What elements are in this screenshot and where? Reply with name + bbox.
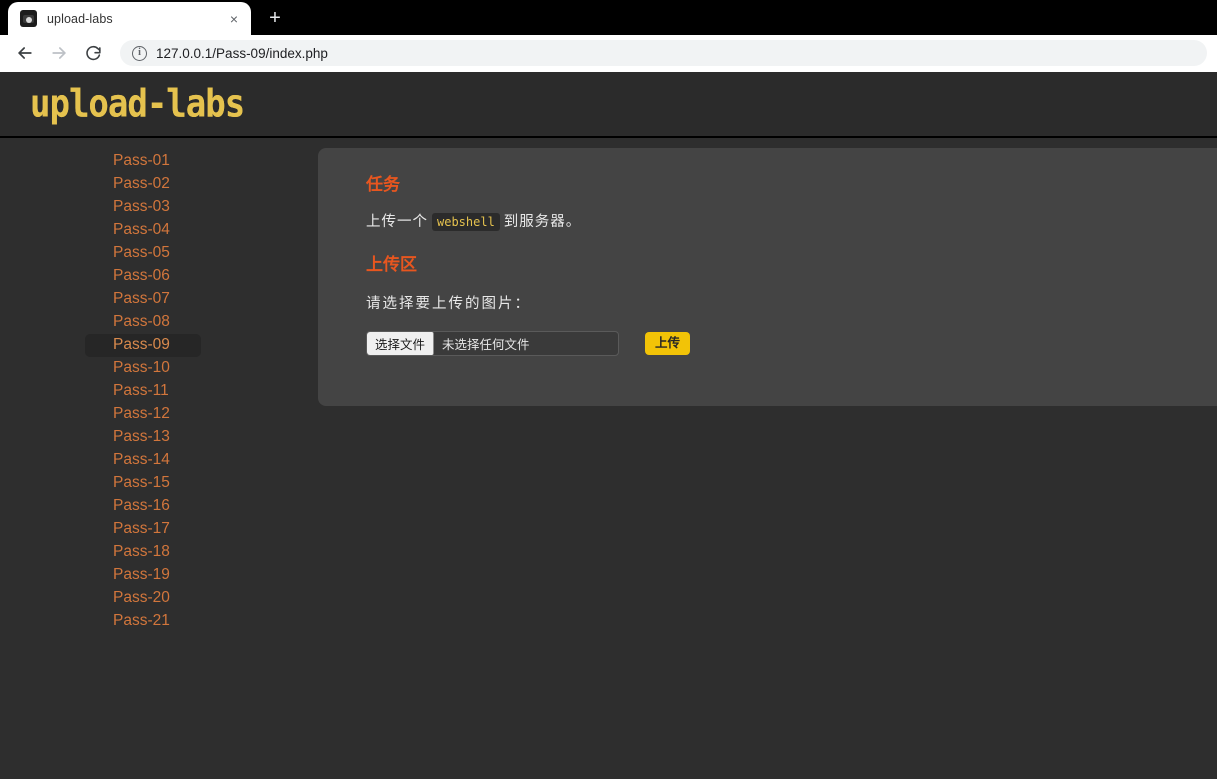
camera-favicon-icon [20, 10, 37, 27]
pass-nav-list: Pass-01 Pass-02 Pass-03 Pass-04 Pass-05 Pass-… [0, 150, 318, 633]
task-text-after: 到服务器。 [503, 214, 582, 230]
sidebar: Pass-01 Pass-02 Pass-03 Pass-04 Pass-05 Pass-… [0, 138, 318, 779]
upload-heading: 上传区 [366, 254, 417, 274]
web-page: upload-labs Pass-01 Pass-02 Pass-03 Pass-04… [0, 72, 1217, 779]
list-item: Pass-19 [0, 564, 318, 587]
site-logo[interactable]: upload-labs [30, 85, 245, 123]
sidebar-item-pass-02[interactable]: Pass-02 [85, 173, 201, 196]
sidebar-item-pass-10[interactable]: Pass-10 [85, 357, 201, 380]
url-text: 127.0.0.1/Pass-09/index.php [156, 45, 328, 61]
list-item: Pass-06 [0, 265, 318, 288]
list-item: Pass-14 [0, 449, 318, 472]
task-description: 上传一个 webshell 到服务器。 [366, 213, 1217, 231]
list-item: Pass-20 [0, 587, 318, 610]
sidebar-item-pass-11[interactable]: Pass-11 [85, 380, 201, 403]
upload-instruction-label: 请选择要上传的图片： [366, 295, 531, 312]
list-item: Pass-07 [0, 288, 318, 311]
sidebar-item-pass-06[interactable]: Pass-06 [85, 265, 201, 288]
list-item: Pass-01 [0, 150, 318, 173]
list-item: Pass-03 [0, 196, 318, 219]
file-name-text: 未选择任何文件 [442, 338, 530, 352]
webshell-code-badge: webshell [432, 213, 500, 231]
file-input[interactable]: 选择文件 未选择任何文件 [366, 331, 619, 356]
reload-button[interactable] [78, 38, 108, 68]
forward-button[interactable] [44, 38, 74, 68]
site-header: upload-labs [0, 72, 1217, 138]
sidebar-item-pass-01[interactable]: Pass-01 [85, 150, 201, 173]
sidebar-item-pass-15[interactable]: Pass-15 [85, 472, 201, 495]
sidebar-item-pass-09[interactable]: Pass-09 [85, 334, 201, 357]
sidebar-item-pass-19[interactable]: Pass-19 [85, 564, 201, 587]
tab-upload-labs[interactable]: upload-labs × [8, 2, 251, 35]
list-item: Pass-02 [0, 173, 318, 196]
address-bar[interactable]: i 127.0.0.1/Pass-09/index.php [120, 40, 1207, 66]
content-panel: 任务 上传一个 webshell 到服务器。 上传区 请选择要上传的图片： 选择文件… [318, 148, 1217, 406]
tab-strip: upload-labs × + [0, 0, 1217, 35]
list-item: Pass-10 [0, 357, 318, 380]
sidebar-item-pass-03[interactable]: Pass-03 [85, 196, 201, 219]
browser-toolbar: i 127.0.0.1/Pass-09/index.php [0, 35, 1217, 72]
upload-form: 选择文件 未选择任何文件 上传 [366, 331, 1217, 356]
sidebar-item-pass-08[interactable]: Pass-08 [85, 311, 201, 334]
list-item: Pass-09 [0, 334, 318, 357]
sidebar-item-pass-17[interactable]: Pass-17 [85, 518, 201, 541]
sidebar-item-pass-16[interactable]: Pass-16 [85, 495, 201, 518]
list-item: Pass-04 [0, 219, 318, 242]
tab-title: upload-labs [47, 11, 113, 26]
sidebar-item-pass-21[interactable]: Pass-21 [85, 610, 201, 633]
choose-file-button[interactable]: 选择文件 [367, 332, 435, 355]
new-tab-button[interactable]: + [261, 4, 289, 32]
sidebar-item-pass-12[interactable]: Pass-12 [85, 403, 201, 426]
browser-window: upload-labs × + i 127.0.0.1/Pass-09/inde… [0, 0, 1217, 779]
sidebar-item-pass-04[interactable]: Pass-04 [85, 219, 201, 242]
list-item: Pass-13 [0, 426, 318, 449]
back-button[interactable] [10, 38, 40, 68]
sidebar-item-pass-07[interactable]: Pass-07 [85, 288, 201, 311]
task-text-before: 上传一个 [366, 214, 428, 230]
list-item: Pass-11 [0, 380, 318, 403]
sidebar-item-pass-14[interactable]: Pass-14 [85, 449, 201, 472]
list-item: Pass-21 [0, 610, 318, 633]
list-item: Pass-15 [0, 472, 318, 495]
list-item: Pass-08 [0, 311, 318, 334]
list-item: Pass-18 [0, 541, 318, 564]
list-item: Pass-16 [0, 495, 318, 518]
list-item: Pass-05 [0, 242, 318, 265]
sidebar-item-pass-13[interactable]: Pass-13 [85, 426, 201, 449]
page-body: Pass-01 Pass-02 Pass-03 Pass-04 Pass-05 Pass-… [0, 138, 1217, 779]
list-item: Pass-12 [0, 403, 318, 426]
site-info-icon[interactable]: i [132, 45, 147, 61]
list-item: Pass-17 [0, 518, 318, 541]
task-heading: 任务 [366, 175, 400, 194]
sidebar-item-pass-18[interactable]: Pass-18 [85, 541, 201, 564]
sidebar-item-pass-20[interactable]: Pass-20 [85, 587, 201, 610]
upload-submit-button[interactable]: 上传 [645, 332, 691, 355]
close-icon[interactable]: × [225, 10, 243, 28]
sidebar-item-pass-05[interactable]: Pass-05 [85, 242, 201, 265]
